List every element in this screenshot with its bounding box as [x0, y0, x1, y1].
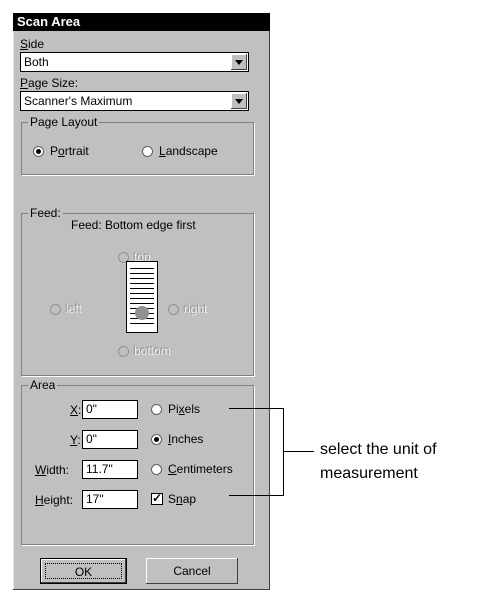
- x-input[interactable]: 0": [82, 400, 138, 419]
- height-label: Height:: [35, 493, 74, 507]
- page-layout-group: Page Layout Portrait Landscape: [21, 115, 254, 175]
- pixels-label[interactable]: Pixels: [168, 402, 200, 416]
- page-size-dropdown[interactable]: Scanner's Maximum: [20, 91, 249, 111]
- width-label: Width:: [35, 463, 70, 477]
- cancel-button[interactable]: Cancel: [146, 558, 238, 584]
- feed-left-label: left: [66, 302, 83, 316]
- portrait-label[interactable]: Portrait: [50, 144, 89, 158]
- callout-text-line1: select the unit of: [320, 441, 437, 458]
- snap-label[interactable]: Snap: [168, 492, 196, 506]
- feed-right-radio: [168, 304, 179, 315]
- feed-right-label: right: [184, 302, 208, 316]
- page-size-label: Page Size:: [20, 76, 79, 90]
- page-size-value: Scanner's Maximum: [24, 94, 133, 108]
- inches-radio[interactable]: [151, 434, 162, 445]
- feed-legend: Feed:: [28, 206, 63, 220]
- side-value: Both: [24, 55, 49, 69]
- feed-left-radio: [50, 304, 61, 315]
- chevron-down-icon[interactable]: [231, 54, 247, 70]
- centimeters-label[interactable]: Centimeters: [168, 462, 233, 476]
- feed-bottom-label: bottom: [134, 344, 171, 358]
- dialog-title: Scan Area: [13, 13, 270, 31]
- width-input[interactable]: 11.7": [82, 460, 138, 479]
- callout-leader-line: [284, 451, 314, 452]
- snap-checkbox[interactable]: [151, 491, 163, 505]
- feed-group: Feed: Feed: Bottom edge first top left r…: [21, 206, 254, 376]
- side-dropdown[interactable]: Both: [20, 52, 249, 72]
- portrait-radio[interactable]: [33, 146, 44, 157]
- page-feed-icon: [126, 261, 158, 333]
- y-input[interactable]: 0": [82, 430, 138, 449]
- side-label: Side: [20, 37, 45, 51]
- centimeters-radio[interactable]: [151, 464, 162, 475]
- feed-bottom-radio: [118, 346, 129, 357]
- page-layout-legend: Page Layout: [28, 115, 100, 129]
- landscape-radio[interactable]: [142, 146, 153, 157]
- chevron-down-icon[interactable]: [231, 93, 247, 109]
- feed-arrow-icon: [135, 306, 149, 320]
- scan-area-dialog: Scan Area Side Both Page Size: Scanner's…: [13, 13, 270, 590]
- feed-description: Feed: Bottom edge first: [71, 218, 196, 232]
- callout-bracket: [229, 408, 284, 496]
- x-label: X:: [70, 403, 82, 417]
- pixels-radio[interactable]: [151, 404, 162, 415]
- inches-label[interactable]: Inches: [168, 432, 203, 446]
- area-group: Area X: 0" Pixels Y: 0" Inches Width: 11…: [21, 378, 254, 545]
- height-input[interactable]: 17": [82, 490, 138, 509]
- ok-label: OK: [41, 559, 126, 583]
- area-legend: Area: [28, 378, 58, 392]
- landscape-label[interactable]: Landscape: [159, 144, 218, 158]
- cancel-label: Cancel: [173, 564, 211, 578]
- y-label: Y:: [70, 433, 81, 447]
- ok-button[interactable]: OK: [40, 558, 127, 584]
- callout-text-line2: measurement: [320, 465, 418, 482]
